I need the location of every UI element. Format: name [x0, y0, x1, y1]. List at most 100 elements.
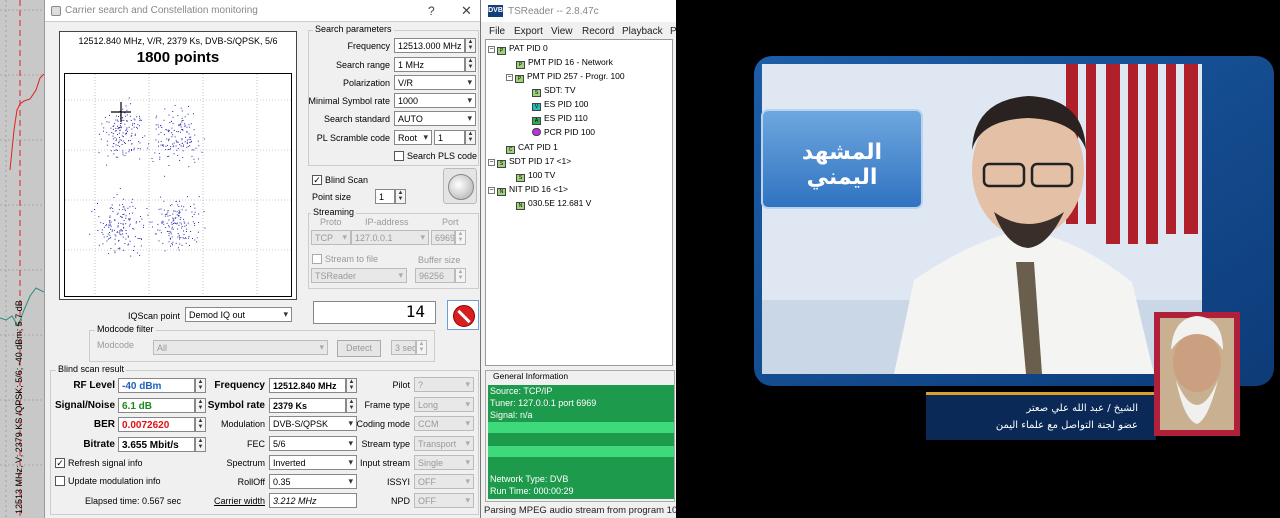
symbol-rate-spinner[interactable]: ▲ ▼ — [346, 398, 357, 413]
constellation-point — [168, 114, 170, 116]
tree-item[interactable]: V ES PID 100 — [532, 99, 588, 111]
menu-file[interactable]: File — [489, 26, 505, 37]
stream-app-select[interactable]: TSReader — [311, 268, 407, 283]
tree-item[interactable]: − S SDT PID 17 <1> — [488, 156, 571, 168]
constellation-panel: 12512.840 MHz, V/R, 2379 Ks, DVB-S/QPSK,… — [59, 31, 297, 300]
issyi-select[interactable]: OFF — [414, 474, 474, 489]
buffer-size-input[interactable]: 96256 — [415, 268, 455, 283]
constellation-point — [120, 127, 122, 129]
stop-button[interactable] — [447, 300, 479, 330]
frame-type-select[interactable]: Long — [414, 397, 474, 412]
stream-to-file-checkbox[interactable] — [312, 254, 322, 264]
tree-item[interactable]: − P PAT PID 0 — [488, 43, 548, 55]
tree-item[interactable]: P PMT PID 16 - Network — [516, 57, 613, 69]
search-range-input[interactable]: 1 MHz — [394, 57, 465, 72]
counter-value: 14 — [405, 302, 425, 321]
menu-record[interactable]: Record — [582, 26, 614, 37]
port-input[interactable]: 6969 — [431, 230, 455, 245]
pl-scramble-input[interactable]: 1 — [434, 130, 465, 145]
constellation-point — [110, 248, 112, 249]
search-pls-checkbox[interactable] — [394, 151, 404, 161]
ip-address-select[interactable]: 127.0.0.1 — [351, 230, 429, 245]
constellation-point — [114, 149, 116, 151]
port-spinner[interactable]: ▲ ▼ — [455, 230, 466, 245]
constellation-point — [139, 254, 141, 256]
iqscan-select[interactable]: Demod IQ out — [185, 307, 292, 322]
detect-button[interactable]: Detect — [337, 340, 381, 357]
pl-scramble-mode-select[interactable]: Root — [394, 130, 432, 145]
constellation-point — [185, 209, 187, 211]
constellation-point — [133, 149, 135, 151]
point-size-input[interactable]: 1 — [375, 189, 395, 204]
stream-type-select[interactable]: Transport — [414, 436, 474, 451]
constellation-point — [197, 231, 199, 233]
coding-mode-select[interactable]: CCM — [414, 416, 474, 431]
constellation-point — [176, 131, 178, 133]
refresh-signal-checkbox[interactable]: ✓ — [55, 458, 65, 468]
modcode-select[interactable]: All — [153, 340, 328, 355]
rolloff-select[interactable]: 0.35 — [269, 474, 357, 489]
modulation-select[interactable]: DVB-S/QPSK — [269, 416, 357, 431]
buffer-size-spinner[interactable]: ▲ ▼ — [455, 268, 466, 283]
tree-item[interactable]: S 100 TV — [516, 170, 555, 182]
constellation-point — [194, 224, 196, 226]
proto-select[interactable]: TCP — [311, 230, 351, 245]
constellation-point — [178, 206, 180, 207]
constellation-point — [89, 233, 91, 235]
menu-playback[interactable]: Playback — [622, 26, 663, 37]
input-stream-select[interactable]: Single — [414, 455, 474, 470]
constellation-point — [115, 115, 117, 117]
constellation-point — [168, 138, 170, 140]
help-button[interactable]: ? — [428, 4, 435, 18]
gi-line — [488, 434, 674, 445]
point-size-spinner[interactable]: ▲ ▼ — [395, 189, 406, 204]
constellation-point — [106, 240, 108, 242]
polarization-select[interactable]: V/R — [394, 75, 476, 90]
result-frequency-spinner[interactable]: ▲ ▼ — [346, 378, 357, 393]
blind-scan-checkbox[interactable]: ✓ — [312, 175, 322, 185]
gi-line — [488, 422, 674, 433]
detect-seconds-spinner[interactable]: ▲ ▼ — [416, 340, 427, 355]
tree-item[interactable]: − N NIT PID 16 <1> — [488, 184, 568, 196]
search-standard-select[interactable]: AUTO — [394, 111, 476, 126]
fec-select[interactable]: 5/6 — [269, 436, 357, 451]
constellation-point — [172, 220, 174, 222]
menu-view[interactable]: View — [551, 26, 573, 37]
tree-item[interactable]: C CAT PID 1 — [506, 142, 558, 154]
frequency-input[interactable]: 12513.000 MHz — [394, 38, 465, 53]
constellation-point — [180, 126, 182, 128]
constellation-point — [159, 158, 161, 160]
min-symbol-rate-select[interactable]: 1000 — [394, 93, 476, 108]
tree-item[interactable]: − P PMT PID 257 - Progr. 100 — [506, 71, 625, 83]
pilot-select[interactable]: ? — [414, 377, 474, 392]
constellation-point — [194, 134, 196, 136]
constellation-point — [120, 139, 122, 141]
constellation-point — [123, 198, 124, 200]
constellation-point — [125, 133, 126, 135]
tree-item[interactable]: PCR PID 100 — [532, 127, 595, 137]
constellation-point — [172, 228, 174, 230]
carrier-width-label[interactable]: Carrier width — [205, 496, 265, 506]
constellation-point — [107, 238, 109, 240]
detect-seconds-input[interactable]: 3 sec — [391, 340, 416, 355]
constellation-point — [100, 222, 102, 224]
npd-select[interactable]: OFF — [414, 493, 474, 508]
close-button[interactable]: ✕ — [461, 3, 472, 19]
dish-icon[interactable] — [443, 168, 477, 204]
tree-item[interactable]: S SDT: TV — [532, 85, 576, 97]
constellation-point — [109, 223, 111, 225]
menu-export[interactable]: Export — [514, 26, 543, 37]
update-modulation-checkbox[interactable] — [55, 476, 65, 486]
spectrum-select[interactable]: Inverted — [269, 455, 357, 470]
constellation-point — [186, 131, 188, 133]
tree-item[interactable]: N 030.5E 12.681 V — [516, 198, 591, 210]
tree-item[interactable]: A ES PID 110 — [532, 113, 588, 125]
frequency-spinner[interactable]: ▲ ▼ — [465, 38, 476, 53]
constellation-point — [181, 142, 183, 144]
constellation-point — [117, 248, 119, 250]
constellation-point — [185, 136, 186, 138]
pl-scramble-spinner[interactable]: ▲ ▼ — [465, 130, 476, 145]
constellation-plot[interactable] — [64, 73, 292, 297]
constellation-point — [177, 131, 179, 133]
search-range-spinner[interactable]: ▲ ▼ — [465, 57, 476, 72]
